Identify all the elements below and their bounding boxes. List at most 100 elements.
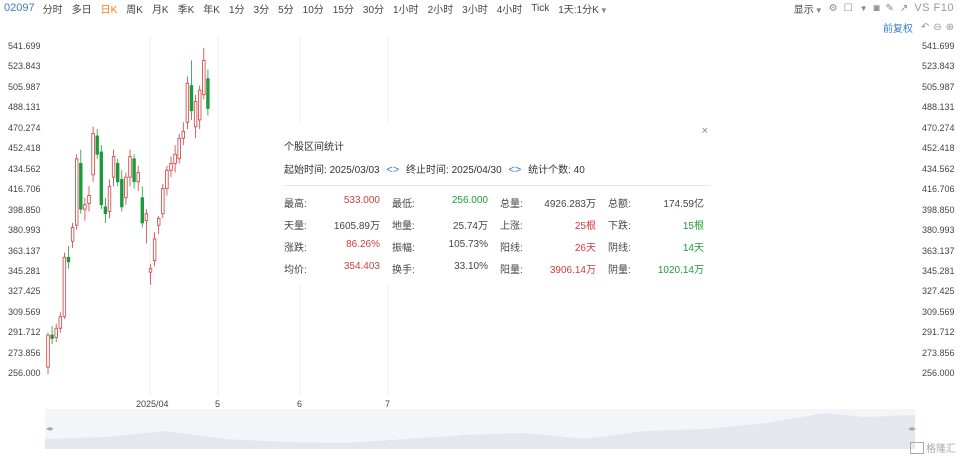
- vs-f10-button[interactable]: VS F10: [914, 2, 954, 14]
- range-navigator[interactable]: [45, 409, 915, 449]
- start-adjust-icon[interactable]: <>: [386, 164, 399, 176]
- candle: [177, 133, 181, 164]
- display-dropdown[interactable]: 显示▼: [794, 1, 823, 16]
- candle: [181, 122, 185, 146]
- stat-value: 1020.14万: [657, 265, 704, 276]
- undo-icon[interactable]: ↶: [921, 22, 929, 33]
- period-tab[interactable]: Tick: [531, 3, 549, 14]
- candle-body: [177, 137, 181, 160]
- adjust-label[interactable]: 前复权: [883, 20, 913, 35]
- period-tab[interactable]: 2小时: [428, 1, 454, 16]
- period-tab[interactable]: 10分: [303, 1, 324, 16]
- y-tick-label: 327.425: [922, 286, 955, 297]
- y-tick-label: 452.418: [922, 143, 955, 154]
- candle-body: [202, 59, 206, 96]
- candle: [75, 154, 79, 230]
- right-tools: 显示▼ ⚙ ☐ ▼ ◙ ✎ ↗ VS F10: [794, 0, 954, 16]
- candle-body: [54, 327, 58, 338]
- stat-value: 105.73%: [448, 239, 488, 250]
- candle: [120, 170, 124, 212]
- candle-body: [165, 169, 169, 189]
- y-tick-label: 488.131: [922, 102, 955, 113]
- candle-body: [197, 89, 202, 121]
- period-tab[interactable]: 1分: [229, 1, 245, 16]
- zoom-out-icon[interactable]: ⊖: [933, 22, 941, 33]
- navigator-area: [45, 413, 915, 449]
- y-tick-label: 291.712: [922, 327, 955, 338]
- period-tab[interactable]: 5分: [278, 1, 294, 16]
- y-tick-label: 345.281: [8, 265, 41, 276]
- stat-value: 26天: [574, 243, 596, 254]
- chevron-down-icon[interactable]: ▼: [860, 4, 868, 13]
- stat-key: 最高:: [284, 199, 307, 210]
- period-tab[interactable]: 15分: [333, 1, 354, 16]
- interval-stats-popup: 个股区间统计 × 起始时间: 2025/03/03 <> 终止时间: 2025/…: [278, 125, 716, 285]
- period-tab[interactable]: 周K: [126, 1, 143, 16]
- candle: [161, 184, 165, 219]
- y-tick-label: 291.712: [8, 327, 41, 338]
- pen-icon[interactable]: ✎: [886, 3, 894, 14]
- zoom-in-icon[interactable]: ⊕: [946, 22, 954, 33]
- range-row: 起始时间: 2025/03/03 <> 终止时间: 2025/04/30 <> …: [284, 164, 585, 176]
- x-tick-label: 2025/04: [136, 399, 169, 409]
- period-tab[interactable]: 1小时: [393, 1, 419, 16]
- stat-value: 14天: [682, 243, 704, 254]
- stat-value: 354.403: [343, 261, 380, 272]
- y-tick-label: 523.843: [922, 61, 955, 72]
- navigator-left-handle[interactable]: ◂▸: [46, 424, 54, 433]
- y-tick-label: 256.000: [922, 368, 955, 379]
- period-tab[interactable]: 年K: [203, 1, 220, 16]
- stat-key: 上涨:: [500, 221, 523, 232]
- candle-body: [193, 101, 198, 128]
- candle-body: [99, 151, 103, 206]
- stat-key: 阳量:: [500, 265, 523, 276]
- period-dropdown[interactable]: 1天:1分K▼: [558, 1, 608, 16]
- y-tick-label: 345.281: [922, 265, 955, 276]
- share-icon[interactable]: ↗: [900, 3, 908, 14]
- candle-body: [75, 158, 79, 226]
- candle-body: [181, 130, 185, 139]
- y-tick-label: 309.569: [8, 306, 41, 317]
- candle-body: [66, 256, 71, 263]
- candle: [95, 129, 99, 159]
- period-tab-active[interactable]: 日K: [101, 1, 118, 16]
- candle: [79, 149, 83, 214]
- candle-body: [79, 163, 83, 210]
- gear-icon[interactable]: ⚙: [829, 3, 838, 14]
- stock-code: 02097: [4, 2, 35, 14]
- candle: [197, 85, 202, 130]
- period-tab[interactable]: 3分: [254, 1, 270, 16]
- period-toolbar: 02097 分时 多日 日K 周K 月K 季K 年K 1分 3分 5分 10分 …: [0, 0, 960, 16]
- y-tick-label: 416.706: [922, 184, 955, 195]
- candle-body: [136, 172, 140, 183]
- period-tab[interactable]: 分时: [43, 1, 63, 16]
- candle-body: [62, 256, 67, 318]
- period-tab[interactable]: 多日: [72, 1, 92, 16]
- stat-key: 地量:: [392, 221, 415, 232]
- period-tab[interactable]: 4小时: [497, 1, 523, 16]
- candle: [54, 323, 58, 342]
- stat-value: 86.26%: [346, 239, 380, 250]
- y-tick-label: 327.425: [8, 286, 41, 297]
- camera-icon[interactable]: ◙: [873, 3, 879, 14]
- candle-body: [206, 78, 210, 109]
- y-tick-label: 416.706: [8, 184, 41, 195]
- candle-body: [116, 163, 120, 183]
- close-icon[interactable]: ×: [702, 125, 708, 137]
- period-tab[interactable]: 3小时: [462, 1, 488, 16]
- candle-body: [169, 163, 173, 171]
- candle-body: [103, 206, 108, 215]
- navigator-right-handle[interactable]: ◂▸: [908, 424, 916, 433]
- y-tick-label: 434.562: [8, 163, 41, 174]
- end-adjust-icon[interactable]: <>: [508, 164, 521, 176]
- checkbox-icon[interactable]: ☐: [844, 3, 853, 14]
- candle: [169, 156, 173, 178]
- y-tick-label: 256.000: [8, 368, 41, 379]
- period-tab[interactable]: 30分: [363, 1, 384, 16]
- y-tick-label: 434.562: [922, 163, 955, 174]
- period-tab[interactable]: 月K: [152, 1, 169, 16]
- y-tick-label: 380.993: [8, 225, 41, 236]
- stat-value: 174.59亿: [663, 199, 704, 210]
- period-tab[interactable]: 季K: [178, 1, 195, 16]
- candle: [103, 197, 108, 223]
